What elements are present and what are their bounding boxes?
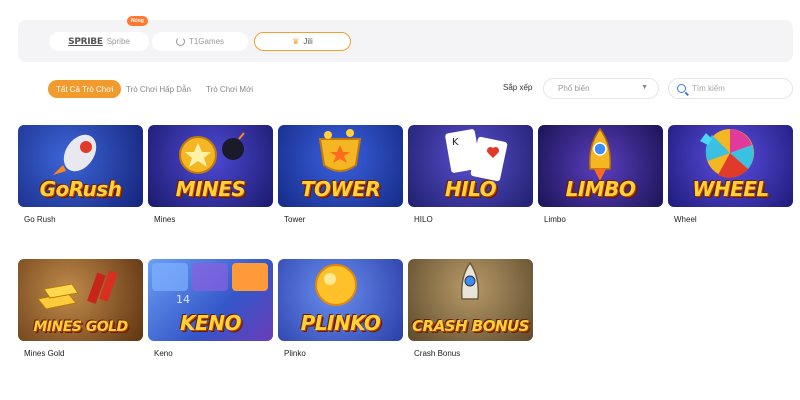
game-title-art: GoRush <box>39 177 122 201</box>
tab-hot-games[interactable]: Trò Chơi Hấp Dẫn <box>118 80 199 98</box>
game-name: Wheel <box>674 215 697 224</box>
search-input[interactable] <box>692 84 782 93</box>
game-name: Crash Bonus <box>414 349 461 358</box>
search-box[interactable] <box>668 78 793 99</box>
game-name: Mines <box>154 215 176 224</box>
sort-select[interactable]: Phổ biến ▼ <box>543 78 659 99</box>
tab-all-games[interactable]: Tất Cả Trò Chơi <box>48 80 122 98</box>
game-thumbnail[interactable]: WHEEL <box>668 125 793 207</box>
game-card-limbo[interactable]: LIMBO Limbo <box>538 125 663 224</box>
jili-crown-icon: ♛ <box>292 37 300 46</box>
game-card-hilo[interactable]: K HILO HILO <box>408 125 533 224</box>
game-card-keno[interactable]: 14 KENO Keno <box>148 259 273 358</box>
search-icon <box>677 84 686 93</box>
provider-jili-label: Jili <box>303 37 313 46</box>
game-name: Keno <box>154 349 173 358</box>
spribe-logo: SPRIBE <box>68 36 103 47</box>
svg-text:K: K <box>452 137 459 148</box>
provider-jili-button[interactable]: ♛ Jili <box>254 32 351 51</box>
game-title-art: TOWER <box>300 177 381 201</box>
game-thumbnail[interactable]: MINES <box>148 125 273 207</box>
t1games-icon <box>175 37 185 46</box>
provider-t1games-button[interactable]: T1Games <box>152 32 248 51</box>
game-title-art: KENO <box>180 311 241 335</box>
sort-label: Sắp xếp <box>503 83 533 92</box>
game-thumbnail[interactable]: 14 KENO <box>148 259 273 341</box>
tab-new-games[interactable]: Trò Chơi Mới <box>198 80 261 98</box>
game-title-art: HILO <box>444 177 497 201</box>
game-title-art: MINES GOLD <box>33 319 128 335</box>
chevron-down-icon: ▼ <box>641 84 648 91</box>
game-thumbnail[interactable]: CRASH BONUS <box>408 259 533 341</box>
game-title-art: PLINKO <box>300 311 381 335</box>
game-thumbnail[interactable]: TOWER <box>278 125 403 207</box>
game-card-tower[interactable]: TOWER Tower <box>278 125 403 224</box>
game-thumbnail[interactable]: MINES GOLD <box>18 259 143 341</box>
game-name: HILO <box>414 215 433 224</box>
svg-text:14: 14 <box>176 293 190 306</box>
game-name: Go Rush <box>24 215 56 224</box>
provider-bar: SPRIBE Spribe Nóng T1Games ♛ Jili <box>18 16 793 62</box>
game-name: Limbo <box>544 215 566 224</box>
game-thumbnail[interactable]: K HILO <box>408 125 533 207</box>
game-name: Tower <box>284 215 306 224</box>
provider-spribe-label: Spribe <box>106 37 130 46</box>
game-thumbnail[interactable]: LIMBO <box>538 125 663 207</box>
game-name: Plinko <box>284 349 306 358</box>
game-title-art: MINES <box>175 177 246 201</box>
game-card-mines-gold[interactable]: MINES GOLD Mines Gold <box>18 259 143 358</box>
provider-spribe-button[interactable]: SPRIBE Spribe <box>49 32 149 51</box>
game-title-art: CRASH BONUS <box>412 317 529 335</box>
game-card-plinko[interactable]: PLINKO Plinko <box>278 259 403 358</box>
hot-badge: Nóng <box>127 16 148 26</box>
game-card-go-rush[interactable]: GoRush Go Rush <box>18 125 143 224</box>
game-title-art: WHEEL <box>692 177 769 201</box>
game-title-art: LIMBO <box>565 177 636 201</box>
game-thumbnail[interactable]: GoRush <box>18 125 143 207</box>
game-card-wheel[interactable]: WHEEL Wheel <box>668 125 793 224</box>
game-name: Mines Gold <box>24 349 65 358</box>
game-card-crash-bonus[interactable]: CRASH BONUS Crash Bonus <box>408 259 533 358</box>
game-card-mines[interactable]: MINES Mines <box>148 125 273 224</box>
provider-t1games-label: T1Games <box>188 37 225 46</box>
sort-value: Phổ biến <box>558 84 590 93</box>
game-thumbnail[interactable]: PLINKO <box>278 259 403 341</box>
